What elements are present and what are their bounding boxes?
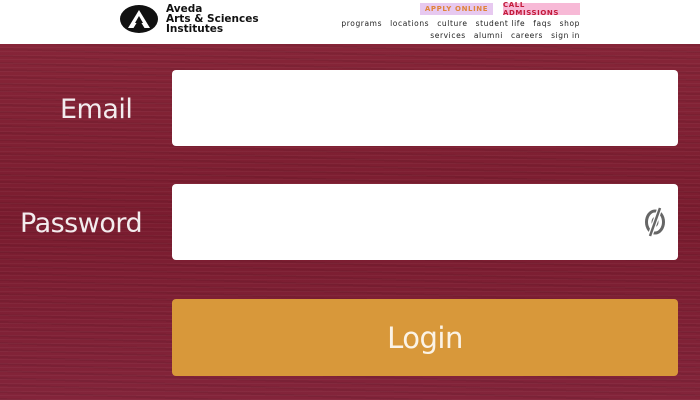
- nav-item-locations[interactable]: locations: [390, 19, 429, 28]
- aveda-logo-icon: [120, 5, 158, 33]
- nav-item-culture[interactable]: culture: [437, 19, 467, 28]
- nav-item-programs[interactable]: programs: [341, 19, 382, 28]
- nav-item-faqs[interactable]: faqs: [533, 19, 551, 28]
- logo-wordmark: Aveda Arts & Sciences Institutes: [166, 4, 259, 35]
- nav-item-student-life[interactable]: student life: [476, 19, 526, 28]
- primary-nav: programs locations culture student life …: [341, 19, 580, 28]
- site-logo[interactable]: Aveda Arts & Sciences Institutes: [120, 4, 259, 34]
- logo-line-3: Institutes: [166, 23, 224, 35]
- login-button[interactable]: Login: [172, 299, 678, 376]
- nav-item-services[interactable]: services: [430, 31, 466, 40]
- email-field[interactable]: [172, 70, 678, 146]
- secondary-nav: services alumni careers sign in: [430, 31, 580, 40]
- nav-item-sign-in[interactable]: sign in: [551, 31, 580, 40]
- nav-item-alumni[interactable]: alumni: [474, 31, 503, 40]
- eye-slash-icon[interactable]: [641, 204, 669, 240]
- email-label: Email: [60, 94, 133, 125]
- password-field[interactable]: [172, 184, 678, 260]
- site-header: Aveda Arts & Sciences Institutes APPLY O…: [0, 0, 700, 44]
- apply-online-button[interactable]: APPLY ONLINE: [420, 3, 493, 15]
- call-admissions-button[interactable]: CALL ADMISSIONS: [503, 1, 580, 17]
- nav-item-careers[interactable]: careers: [511, 31, 543, 40]
- login-panel: Email Password Login: [0, 44, 700, 400]
- password-label: Password: [20, 208, 143, 239]
- nav-item-shop[interactable]: shop: [560, 19, 580, 28]
